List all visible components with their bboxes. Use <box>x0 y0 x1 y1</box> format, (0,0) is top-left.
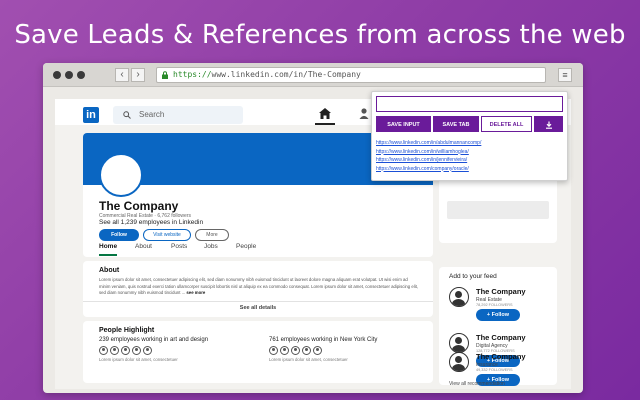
headline: Save Leads & References from across the … <box>14 20 626 50</box>
feed-follow-button[interactable]: + Follow <box>476 309 520 321</box>
feed-company-name[interactable]: The Company <box>476 333 526 342</box>
saved-link[interactable]: https://www.linkedin.com/company/oracle/ <box>376 165 481 174</box>
url-text: www.linkedin.com/in/The-Company <box>211 70 361 79</box>
company-avatar-icon[interactable] <box>449 287 469 307</box>
person-avatar[interactable] <box>110 346 119 355</box>
search-icon <box>123 111 131 119</box>
company-avatar-icon[interactable] <box>449 333 469 353</box>
people-caption: Lorem ipsum dolor sit amet, consectetuer <box>99 357 178 362</box>
window-maximize-dot[interactable] <box>77 71 85 79</box>
saved-link[interactable]: https://www.linkedin.com/in/abdulmannanc… <box>376 139 481 148</box>
person-avatar[interactable] <box>132 346 141 355</box>
divider <box>83 301 433 302</box>
delete-all-button[interactable]: DELETE ALL <box>481 116 532 132</box>
about-title: About <box>99 267 120 274</box>
tab-people[interactable]: People <box>236 243 256 250</box>
company-name: The Company <box>99 199 179 213</box>
people-stat[interactable]: 239 employees working in art and design <box>99 337 259 343</box>
follow-button[interactable]: Follow <box>99 229 139 241</box>
back-button[interactable]: ‹ <box>115 68 129 82</box>
home-active-indicator <box>315 123 335 125</box>
people-column-nyc: 761 employees working in New York City L… <box>269 337 429 362</box>
feed-followers: 78,292 FOLLOWERS <box>476 303 513 307</box>
person-avatar[interactable] <box>291 346 300 355</box>
person-avatar[interactable] <box>99 346 108 355</box>
address-bar[interactable]: https://www.linkedin.com/in/The-Company <box>156 67 546 83</box>
lock-icon <box>162 71 168 79</box>
feed-title: Add to your feed <box>449 273 497 280</box>
browser-menu-button[interactable]: ≡ <box>558 68 572 82</box>
linkedin-logo[interactable]: in <box>83 107 99 123</box>
company-avatar-icon[interactable] <box>449 352 469 372</box>
people-stat[interactable]: 761 employees working in New York City <box>269 337 429 343</box>
people-column-art: 239 employees working in art and design … <box>99 337 259 362</box>
people-highlight-card: People Highlight 239 employees working i… <box>83 321 433 383</box>
see-more-link[interactable]: see more <box>186 290 205 295</box>
save-tab-button[interactable]: SAVE TAB <box>433 116 479 132</box>
saved-links-list: https://www.linkedin.com/in/abdulmannanc… <box>376 139 481 173</box>
tab-posts[interactable]: Posts <box>171 243 187 250</box>
people-faces <box>99 346 259 355</box>
feed-followers: 49,332 FOLLOWERS <box>476 368 513 372</box>
person-avatar[interactable] <box>121 346 130 355</box>
tab-home[interactable]: Home <box>99 243 117 250</box>
company-avatar[interactable] <box>99 153 143 197</box>
home-icon[interactable] <box>319 108 331 119</box>
sidebar-placeholder <box>447 201 549 219</box>
feed-company-name[interactable]: The Company <box>476 287 526 296</box>
download-button[interactable] <box>534 116 563 132</box>
about-text: Lorem ipsum dolor sit amet, consectetuer… <box>99 277 419 297</box>
tab-jobs[interactable]: Jobs <box>204 243 218 250</box>
window-close-dot[interactable] <box>53 71 61 79</box>
person-avatar[interactable] <box>269 346 278 355</box>
about-body: Lorem ipsum dolor sit amet, consectetuer… <box>99 277 419 295</box>
extension-popup: SAVE INPUT SAVE TAB DELETE ALL https://w… <box>371 91 568 181</box>
company-employees-link[interactable]: See all 1,239 employees in Linkedin <box>99 219 203 226</box>
person-avatar[interactable] <box>302 346 311 355</box>
feed-item: The Company Real Estate 78,292 FOLLOWERS… <box>449 287 553 327</box>
saved-link[interactable]: https://www.linkedin.com/in/williamhogle… <box>376 148 481 157</box>
my-network-icon[interactable] <box>359 108 369 119</box>
browser-toolbar: ‹ › https://www.linkedin.com/in/The-Comp… <box>43 63 583 87</box>
view-all-recommendation-link[interactable]: View all recommendation <box>449 381 505 387</box>
search-input[interactable]: Search <box>113 106 243 124</box>
about-card: About Lorem ipsum dolor sit amet, consec… <box>83 261 433 317</box>
feed-company-name[interactable]: The Company <box>476 352 526 361</box>
people-title: People Highlight <box>99 327 155 334</box>
download-icon <box>545 121 552 129</box>
visit-website-button[interactable]: Visit website <box>143 229 191 241</box>
people-faces <box>269 346 429 355</box>
active-tab-indicator <box>99 254 117 256</box>
tab-about[interactable]: About <box>135 243 152 250</box>
search-placeholder: Search <box>139 110 165 119</box>
url-scheme: https:// <box>173 70 212 79</box>
people-caption: Lorem ipsum dolor sit amet, consectetuer <box>269 357 348 362</box>
see-all-details-link[interactable]: See all details <box>83 305 433 311</box>
forward-button[interactable]: › <box>131 68 145 82</box>
save-input-button[interactable]: SAVE INPUT <box>376 116 431 132</box>
saved-link[interactable]: https://www.linkedin.com/in/jenniferviei… <box>376 156 481 165</box>
more-button[interactable]: More <box>195 229 229 241</box>
window-minimize-dot[interactable] <box>65 71 73 79</box>
person-avatar[interactable] <box>143 346 152 355</box>
person-avatar[interactable] <box>280 346 289 355</box>
person-avatar[interactable] <box>313 346 322 355</box>
lead-input-field[interactable] <box>376 96 563 112</box>
